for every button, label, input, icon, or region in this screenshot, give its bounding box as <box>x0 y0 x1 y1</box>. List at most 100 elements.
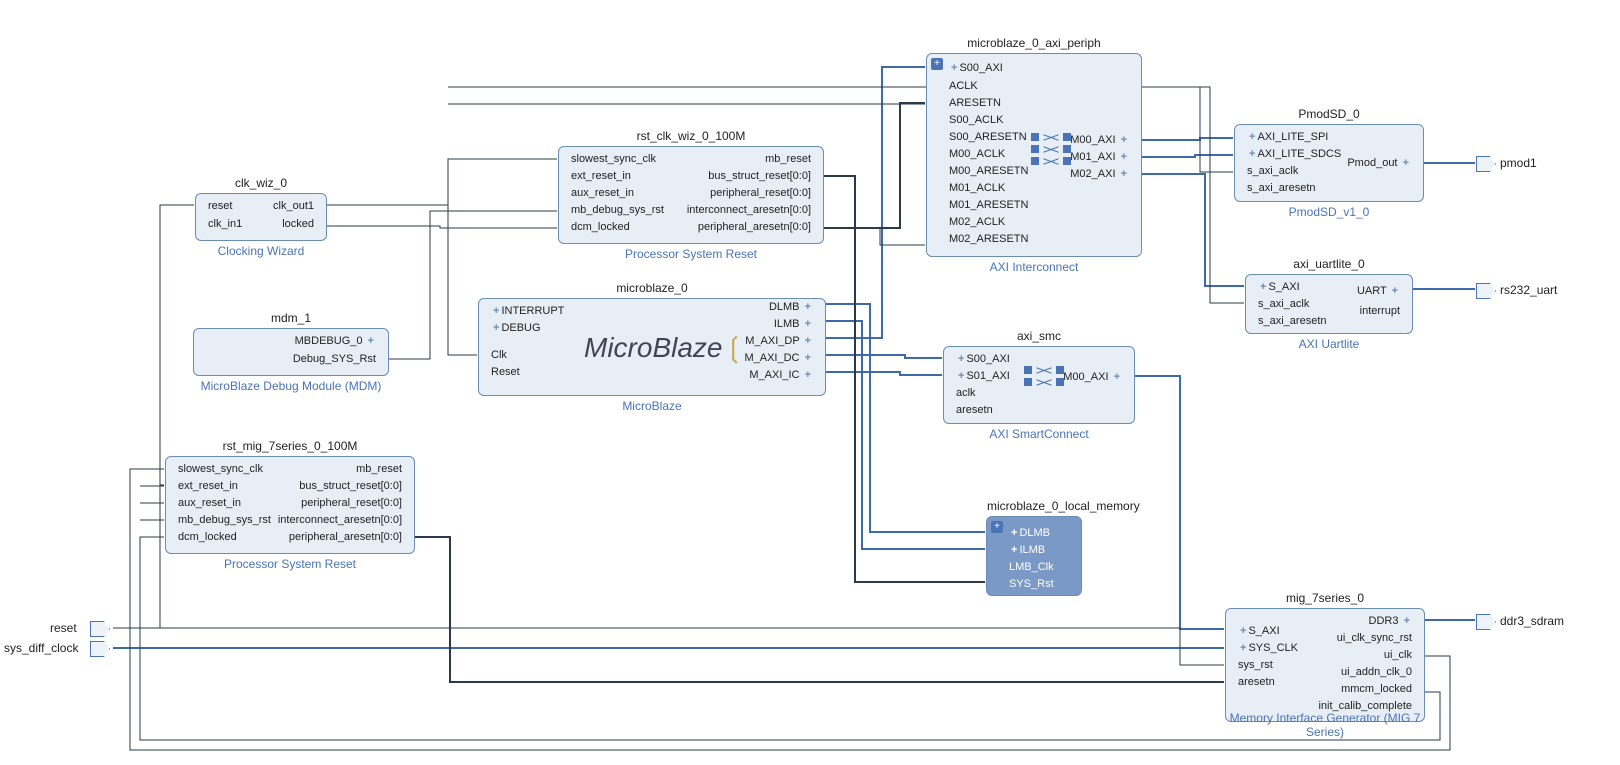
port-rstclk-slowest[interactable]: slowest_sync_clk <box>571 153 656 165</box>
port-pmodsd-spi[interactable]: +AXI_LITE_SPI <box>1247 131 1328 143</box>
expand-icon[interactable]: + <box>931 58 943 70</box>
port-mig-uiaddnclk[interactable]: ui_addn_clk_0 <box>1341 666 1412 678</box>
ext-port-reset[interactable] <box>90 621 110 637</box>
block-microblaze[interactable]: microblaze_0 +INTERRUPT +DEBUG Clk Reset… <box>478 298 826 396</box>
port-lm-ilmb[interactable]: +ILMB <box>1009 544 1045 556</box>
block-mig[interactable]: mig_7series_0 +S_AXI +SYS_CLK sys_rst ar… <box>1225 608 1425 722</box>
port-mig-uiclksyncrst[interactable]: ui_clk_sync_rst <box>1337 632 1412 644</box>
block-axi-periph[interactable]: + microblaze_0_axi_periph +S00_AXI ACLK … <box>926 53 1142 257</box>
port-mb-interrupt[interactable]: +INTERRUPT <box>491 305 564 317</box>
port-pmodsd-pmodout[interactable]: Pmod_out + <box>1347 157 1411 169</box>
port-mig-aresetn[interactable]: aresetn <box>1238 676 1275 688</box>
port-ap-s00aclk[interactable]: S00_ACLK <box>949 114 1003 126</box>
port-smc-m00[interactable]: M00_AXI + <box>1063 371 1122 383</box>
port-ap-m00aclk[interactable]: M00_ACLK <box>949 148 1005 160</box>
port-ap-m00aresetn[interactable]: M00_ARESETN <box>949 165 1028 177</box>
port-rstmig-dcm[interactable]: dcm_locked <box>178 531 237 543</box>
block-local-memory[interactable]: + microblaze_0_local_memory +DLMB +ILMB … <box>986 516 1082 596</box>
port-pmodsd-aresetn[interactable]: s_axi_aresetn <box>1247 182 1316 194</box>
port-mb-maxidc[interactable]: M_AXI_DC + <box>744 352 813 364</box>
port-rstmig-aux[interactable]: aux_reset_in <box>178 497 241 509</box>
port-mb-maxidp[interactable]: M_AXI_DP + <box>745 335 813 347</box>
port-mb-ilmb[interactable]: ILMB + <box>774 318 813 330</box>
port-rstmig-interconn[interactable]: interconnect_aresetn[0:0] <box>278 514 402 526</box>
port-rstclk-periph[interactable]: peripheral_reset[0:0] <box>710 187 811 199</box>
port-ap-s00axi[interactable]: +S00_AXI <box>949 62 1003 74</box>
port-ap-aclk[interactable]: ACLK <box>949 80 978 92</box>
port-clkwiz-clkin1[interactable]: clk_in1 <box>208 218 242 230</box>
port-mb-reset[interactable]: Reset <box>491 366 520 378</box>
port-smc-s00[interactable]: +S00_AXI <box>956 353 1010 365</box>
port-rstclk-aux[interactable]: aux_reset_in <box>571 187 634 199</box>
port-ap-s00aresetn[interactable]: S00_ARESETN <box>949 131 1027 143</box>
port-ap-m02[interactable]: M02_AXI + <box>1070 168 1129 180</box>
port-mb-maxiic[interactable]: M_AXI_IC + <box>749 369 813 381</box>
port-ap-m00[interactable]: M00_AXI + <box>1070 134 1129 146</box>
port-rstclk-mbreset[interactable]: mb_reset <box>765 153 811 165</box>
port-smc-s01[interactable]: +S01_AXI <box>956 370 1010 382</box>
ext-port-ddr3sdram-label: ddr3_sdram <box>1500 614 1564 628</box>
port-uart-aclk[interactable]: s_axi_aclk <box>1258 298 1309 310</box>
expand-icon-lm[interactable]: + <box>991 521 1003 533</box>
ext-port-pmod1[interactable] <box>1476 156 1496 172</box>
port-mig-saxi[interactable]: +S_AXI <box>1238 625 1280 637</box>
port-mig-uiclk[interactable]: ui_clk <box>1384 649 1412 661</box>
port-mb-clk[interactable]: Clk <box>491 349 507 361</box>
port-uart-interrupt[interactable]: interrupt <box>1360 305 1400 317</box>
port-rstmig-mbreset[interactable]: mb_reset <box>356 463 402 475</box>
port-rstmig-periphar[interactable]: peripheral_aresetn[0:0] <box>289 531 402 543</box>
port-rstmig-periph[interactable]: peripheral_reset[0:0] <box>301 497 402 509</box>
axi-periph-title: microblaze_0_axi_periph <box>927 36 1141 50</box>
block-clk-wiz[interactable]: clk_wiz_0 reset clk_in1 clk_out1 locked … <box>195 193 327 241</box>
block-mdm[interactable]: mdm_1 MBDEBUG_0 + Debug_SYS_Rst MicroBla… <box>193 328 389 376</box>
ext-port-pmod1-label: pmod1 <box>1500 156 1537 170</box>
port-ap-aresetn[interactable]: ARESETN <box>949 97 1001 109</box>
port-mig-mmcmlocked[interactable]: mmcm_locked <box>1341 683 1412 695</box>
ext-port-sysdiffclock[interactable] <box>90 641 110 657</box>
port-rstmig-slowest[interactable]: slowest_sync_clk <box>178 463 263 475</box>
port-mig-sysclk[interactable]: +SYS_CLK <box>1238 642 1298 654</box>
port-pmodsd-aclk[interactable]: s_axi_aclk <box>1247 165 1298 177</box>
port-mig-sysrst[interactable]: sys_rst <box>1238 659 1273 671</box>
port-uart-uart[interactable]: UART + <box>1357 285 1400 297</box>
port-rstclk-bus[interactable]: bus_struct_reset[0:0] <box>708 170 811 182</box>
port-rstclk-periphar[interactable]: peripheral_aresetn[0:0] <box>698 221 811 233</box>
port-clkwiz-clkout1[interactable]: clk_out1 <box>273 200 314 212</box>
port-uart-aresetn[interactable]: s_axi_aresetn <box>1258 315 1327 327</box>
block-pmodsd[interactable]: PmodSD_0 +AXI_LITE_SPI +AXI_LITE_SDCS s_… <box>1234 124 1424 202</box>
port-rstmig-ext[interactable]: ext_reset_in <box>178 480 238 492</box>
port-clkwiz-locked[interactable]: locked <box>282 218 314 230</box>
block-uartlite[interactable]: axi_uartlite_0 +S_AXI s_axi_aclk s_axi_a… <box>1245 274 1413 334</box>
port-ap-m02aclk[interactable]: M02_ACLK <box>949 216 1005 228</box>
port-rstclk-mb[interactable]: mb_debug_sys_rst <box>571 204 664 216</box>
port-rstmig-bus[interactable]: bus_struct_reset[0:0] <box>299 480 402 492</box>
port-rstclk-ext[interactable]: ext_reset_in <box>571 170 631 182</box>
port-mig-ddr3[interactable]: DDR3 + <box>1369 615 1412 627</box>
port-lm-sysrst[interactable]: SYS_Rst <box>1009 578 1054 590</box>
port-uart-saxi[interactable]: +S_AXI <box>1258 281 1300 293</box>
ext-port-rs232uart[interactable] <box>1476 283 1496 299</box>
port-ap-m01aresetn[interactable]: M01_ARESETN <box>949 199 1028 211</box>
port-mdm-mbdebug[interactable]: MBDEBUG_0 + <box>295 335 376 347</box>
block-rst-mig[interactable]: rst_mig_7series_0_100M slowest_sync_clk … <box>165 456 415 554</box>
port-rstclk-dcm[interactable]: dcm_locked <box>571 221 630 233</box>
port-ap-m01[interactable]: M01_AXI + <box>1070 151 1129 163</box>
port-mb-dlmb[interactable]: DLMB + <box>769 301 813 313</box>
port-smc-aclk[interactable]: aclk <box>956 387 976 399</box>
port-lm-lmbclk[interactable]: LMB_Clk <box>1009 561 1054 573</box>
port-clkwiz-reset[interactable]: reset <box>208 200 232 212</box>
port-rstmig-mb[interactable]: mb_debug_sys_rst <box>178 514 271 526</box>
port-smc-aresetn[interactable]: aresetn <box>956 404 993 416</box>
port-rstclk-interconn[interactable]: interconnect_aresetn[0:0] <box>687 204 811 216</box>
block-axi-smc[interactable]: axi_smc +S00_AXI +S01_AXI aclk aresetn M… <box>943 346 1135 424</box>
port-ap-m02aresetn[interactable]: M02_ARESETN <box>949 233 1028 245</box>
rst-clk-footer: Processor System Reset <box>559 247 823 261</box>
block-rst-clk[interactable]: rst_clk_wiz_0_100M slowest_sync_clk ext_… <box>558 146 824 244</box>
pmodsd-footer: PmodSD_v1_0 <box>1235 205 1423 219</box>
port-ap-m01aclk[interactable]: M01_ACLK <box>949 182 1005 194</box>
port-lm-dlmb[interactable]: +DLMB <box>1009 527 1050 539</box>
port-mb-debug[interactable]: +DEBUG <box>491 322 541 334</box>
port-pmodsd-sdcs[interactable]: +AXI_LITE_SDCS <box>1247 148 1341 160</box>
port-mdm-debugsysrst[interactable]: Debug_SYS_Rst <box>293 353 376 365</box>
ext-port-ddr3sdram[interactable] <box>1476 614 1496 630</box>
